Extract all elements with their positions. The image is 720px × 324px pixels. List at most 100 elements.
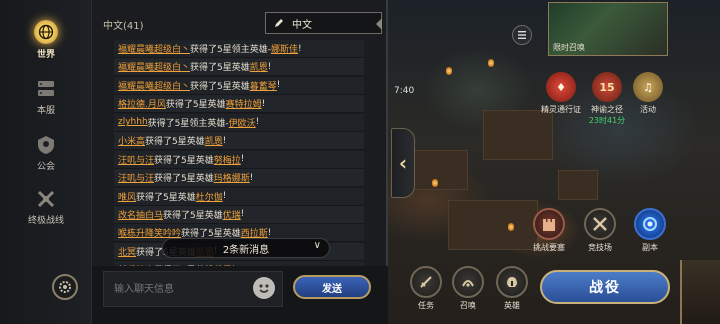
fortress-challenge-button[interactable]: 挑战要塞 bbox=[524, 208, 574, 253]
nav-label: 终极战线 bbox=[27, 216, 64, 226]
send-button[interactable]: 发送 bbox=[293, 275, 371, 299]
message-sender-link[interactable]: zlyhhh bbox=[118, 117, 148, 127]
oracle-path-button[interactable]: 15 神谕之径 23时41分 bbox=[584, 72, 630, 126]
portal-icon bbox=[634, 208, 666, 240]
chat-message: 格拉德.月风 获得了5星英雄 赛特拉姆! bbox=[114, 95, 364, 114]
nav-label: 公会 bbox=[36, 162, 55, 172]
message-sender-link[interactable]: 改名抽白马 bbox=[118, 208, 163, 221]
message-text: 获得了5星英雄 bbox=[190, 81, 250, 92]
scene-torch bbox=[446, 66, 452, 76]
message-hero-link[interactable]: 伊欧沃 bbox=[229, 116, 256, 129]
message-hero-link[interactable]: 努梅拉 bbox=[214, 153, 241, 166]
hamburger-icon bbox=[518, 31, 526, 39]
message-sender-link[interactable]: 汪叽与汪 bbox=[118, 153, 154, 166]
nav-label: 世界 bbox=[36, 50, 55, 60]
nav-item-guild[interactable]: 公会 bbox=[0, 134, 92, 172]
nav-item-ultimate-front[interactable]: 终极战线 bbox=[0, 188, 92, 226]
message-text: 获得了5星领主英雄- bbox=[147, 118, 229, 129]
summon-button[interactable]: 召唤 bbox=[448, 266, 488, 311]
message-hero-link[interactable]: 暮蓄琴 bbox=[250, 79, 277, 92]
chat-message: 福耀晨曦超级白丶 获得了5星英雄 暮蓄琴! bbox=[114, 76, 364, 95]
quest-label: 任务 bbox=[418, 301, 434, 310]
dungeon-button[interactable]: 副本 bbox=[628, 208, 672, 253]
frame-ornament bbox=[680, 260, 720, 324]
message-hero-link[interactable]: 优瑞 bbox=[223, 208, 241, 221]
message-text: 获得了5星英雄 bbox=[145, 137, 205, 148]
new-messages-label: 2条新消息 bbox=[222, 244, 270, 256]
chat-channel-nav: 世界 本服 公会 终极战线 bbox=[0, 0, 92, 324]
message-hero-link[interactable]: 娜斯佳 bbox=[271, 42, 298, 55]
limited-summon-label: 限时召唤 bbox=[553, 43, 585, 52]
chat-message: 唯风 获得了5星英雄 杜尔伽! bbox=[114, 187, 364, 206]
message-hero-link[interactable]: 凯恩 bbox=[250, 60, 268, 73]
chat-message: 福耀晨曦超级白丶 获得了5星英雄 凯恩! bbox=[114, 58, 364, 77]
emoji-button[interactable] bbox=[253, 277, 275, 299]
arena-label: 竞技场 bbox=[588, 243, 612, 252]
message-text: 获得了5星英雄 bbox=[165, 100, 226, 111]
chat-header: 中文(41) 中文 bbox=[92, 0, 388, 40]
scene-hut bbox=[483, 110, 553, 160]
message-hero-link[interactable]: 玛格娜斯 bbox=[214, 171, 250, 184]
campaign-button[interactable]: 战役 bbox=[540, 270, 670, 304]
message-list[interactable]: 福耀晨曦超级白丶 获得了5星领主英雄- 娜斯佳! 福耀晨曦超级白丶 获得了5星英雄 凯恩!… bbox=[114, 40, 364, 266]
helmet-icon bbox=[496, 266, 528, 298]
nav-item-server[interactable]: 本服 bbox=[0, 78, 92, 116]
message-hero-link[interactable]: 凯恩 bbox=[205, 134, 223, 147]
menu-button[interactable] bbox=[512, 25, 532, 45]
arena-button[interactable]: 竞技场 bbox=[578, 208, 622, 253]
message-sender-link[interactable]: 福耀晨曦超级白丶 bbox=[118, 42, 190, 55]
message-end: ! bbox=[240, 209, 245, 220]
hero-button[interactable]: 英雄 bbox=[492, 266, 532, 311]
quest-button[interactable]: 任务 bbox=[406, 266, 446, 311]
message-end: ! bbox=[276, 80, 281, 91]
message-end: ! bbox=[267, 61, 272, 72]
message-end: ! bbox=[267, 227, 272, 238]
limited-summon-banner[interactable]: 限时召唤 bbox=[548, 2, 668, 56]
message-end: ! bbox=[261, 98, 266, 109]
event-label: 活动 bbox=[640, 105, 656, 114]
globe-icon bbox=[34, 20, 58, 44]
oracle-path-timer: 23时41分 bbox=[588, 116, 626, 125]
hero-label: 英雄 bbox=[504, 301, 520, 310]
trophy-icon: 15 bbox=[592, 72, 622, 102]
chevron-left-icon: ‹ bbox=[398, 151, 408, 175]
message-hero-link[interactable]: 赛特拉姆 bbox=[226, 97, 262, 110]
chat-message: 汪叽与汪 获得了5星英雄 玛格娜斯! bbox=[114, 169, 364, 188]
message-sender-link[interactable]: 格拉德.月风 bbox=[118, 97, 166, 110]
message-sender-link[interactable]: 唯风 bbox=[118, 190, 136, 203]
nav-item-world[interactable]: 世界 bbox=[0, 20, 92, 60]
message-end: ! bbox=[222, 135, 227, 146]
channel-title: 中文(41) bbox=[103, 21, 144, 32]
message-end: ! bbox=[222, 191, 227, 201]
spirit-pass-button[interactable]: ♦ 精灵通行证 bbox=[538, 72, 584, 115]
collapse-chat-button[interactable]: ‹ bbox=[391, 128, 415, 198]
message-text: 获得了5星英雄 bbox=[190, 63, 250, 74]
message-end: ! bbox=[255, 117, 260, 128]
message-end: ! bbox=[240, 154, 245, 165]
server-icon bbox=[38, 81, 54, 96]
chat-message: 小米高 获得了5星英雄 凯恩! bbox=[114, 132, 364, 151]
settings-button[interactable] bbox=[52, 274, 78, 300]
chat-input-bar: 发送 bbox=[92, 266, 388, 324]
new-messages-pill[interactable]: 2条新消息 ∨ bbox=[162, 238, 330, 258]
message-text: 获得了5星英雄 bbox=[154, 174, 214, 185]
guild-icon bbox=[38, 136, 54, 154]
oracle-path-label: 神谕之径 bbox=[591, 105, 623, 114]
horn-icon: ♫ bbox=[633, 72, 663, 102]
message-sender-link[interactable]: 汪叽与汪 bbox=[118, 171, 154, 184]
message-sender-link[interactable]: 福耀晨曦超级白丶 bbox=[118, 79, 190, 92]
event-button[interactable]: ♫ 活动 bbox=[628, 72, 668, 115]
language-select[interactable]: 中文 bbox=[265, 12, 382, 34]
emoji-icon bbox=[259, 284, 269, 293]
dungeon-label: 副本 bbox=[642, 243, 658, 252]
summon-label: 召唤 bbox=[460, 301, 476, 310]
double-chevron-down-icon: ∨ bbox=[313, 240, 321, 251]
message-sender-link[interactable]: 小米高 bbox=[118, 134, 145, 147]
spirit-pass-label: 精灵通行证 bbox=[541, 105, 581, 114]
language-select-value: 中文 bbox=[292, 19, 312, 31]
message-hero-link[interactable]: 杜尔伽 bbox=[196, 190, 223, 203]
message-sender-link[interactable]: 福耀晨曦超级白丶 bbox=[118, 60, 190, 73]
summon-icon bbox=[452, 266, 484, 298]
scene-torch bbox=[508, 222, 514, 232]
message-sender-link[interactable]: 北冥 bbox=[118, 245, 136, 258]
